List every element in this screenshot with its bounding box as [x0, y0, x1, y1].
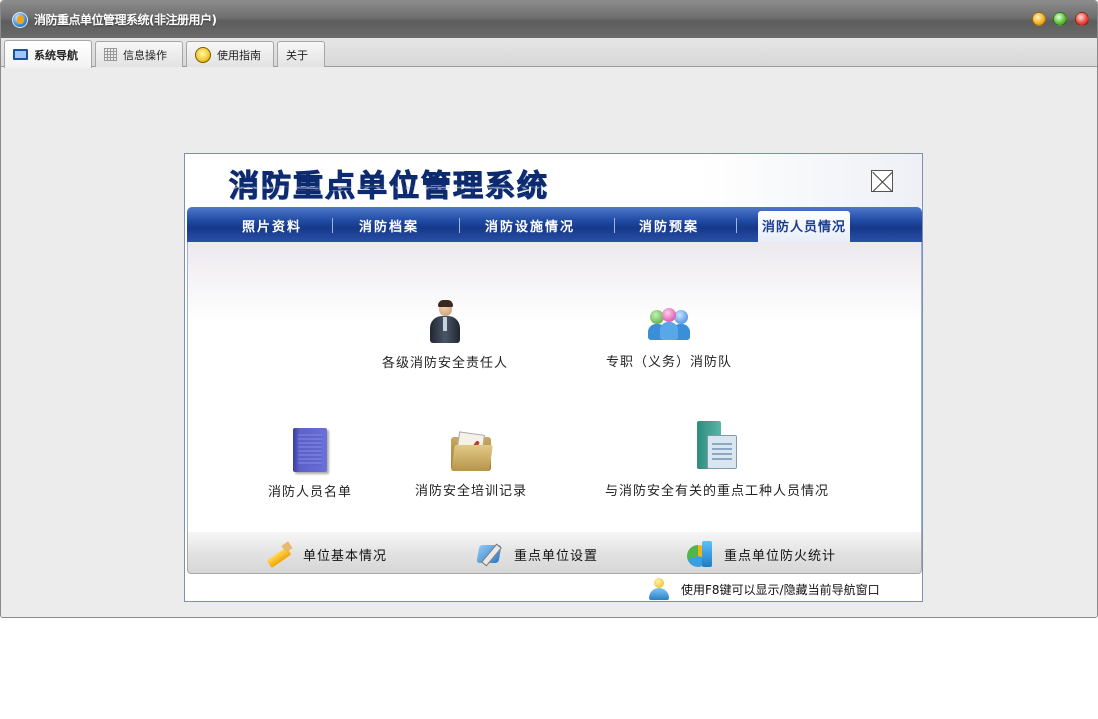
shortcut-key-unit-settings[interactable]: 重点单位设置: [476, 541, 598, 567]
tab-about[interactable]: 关于: [277, 41, 325, 67]
tab-strip: 系统导航 信息操作 使用指南 关于: [1, 38, 1097, 68]
item-label: 专职（义务）消防队: [606, 355, 733, 370]
close-panel-icon[interactable]: [871, 170, 893, 192]
folder-icon: [451, 431, 493, 471]
nav-fire-personnel[interactable]: 消防人员情况: [758, 211, 851, 242]
window-title: 消防重点单位管理系统(非注册用户): [34, 13, 217, 27]
group-icon: [648, 308, 690, 342]
bottom-shortcut-bar: 单位基本情况 重点单位设置 重点单位防火统计: [187, 532, 922, 574]
content-glow: [188, 242, 921, 322]
shortcut-unit-basic-info[interactable]: 单位基本情况: [265, 541, 387, 567]
nav-separator: [736, 218, 737, 233]
shortcut-label: 重点单位设置: [514, 548, 599, 564]
tab-label: 关于: [286, 48, 308, 62]
minimize-button[interactable]: [1032, 12, 1046, 26]
item-fire-brigade[interactable]: 专职（义务）消防队: [606, 308, 732, 370]
shortcut-label: 重点单位防火统计: [724, 548, 837, 564]
nav-content-area: 各级消防安全责任人 专职（义务）消防队 消防人员名单 消防安全培训记录 与消防安…: [187, 242, 922, 532]
pencil-icon: [265, 541, 293, 567]
person-icon: [430, 300, 460, 343]
system-logo: 消防重点单位管理系统: [229, 169, 549, 205]
close-button[interactable]: [1075, 12, 1089, 26]
shortcut-fire-statistics[interactable]: 重点单位防火统计: [686, 541, 836, 567]
logo-reflection: 消防重点单位管理系统: [229, 187, 549, 193]
document-icon: [697, 421, 737, 471]
nav-fire-archives[interactable]: 消防档案: [359, 216, 419, 235]
monitor-icon: [13, 49, 28, 60]
nav-photo-data[interactable]: 照片资料: [242, 216, 302, 235]
navigation-panel: 消防重点单位管理系统 消防重点单位管理系统 照片资料 消防档案 消防设施情况 消…: [184, 153, 923, 602]
item-label: 与消防安全有关的重点工种人员情况: [605, 484, 830, 499]
title-bar[interactable]: 消防重点单位管理系统(非注册用户): [1, 1, 1097, 38]
maximize-button[interactable]: [1053, 12, 1067, 26]
tools-icon: [476, 541, 504, 567]
tab-label: 系统导航: [34, 48, 78, 62]
grid-icon: [104, 48, 117, 61]
book-icon: [293, 428, 327, 472]
item-personnel-list[interactable]: 消防人员名单: [268, 428, 352, 500]
tab-label: 信息操作: [123, 48, 167, 62]
chart-icon: [686, 541, 714, 567]
app-logo-icon: [12, 12, 28, 28]
nav-separator: [614, 218, 615, 233]
item-label: 消防安全培训记录: [415, 484, 528, 499]
guide-icon: [195, 46, 211, 63]
user-icon: [647, 578, 671, 600]
item-label: 各级消防安全责任人: [382, 356, 509, 371]
tab-system-navigation[interactable]: 系统导航: [4, 40, 92, 68]
nav-fire-plans[interactable]: 消防预案: [639, 216, 699, 235]
item-safety-responsible-persons[interactable]: 各级消防安全责任人: [382, 300, 509, 371]
nav-separator: [332, 218, 333, 233]
item-key-job-personnel[interactable]: 与消防安全有关的重点工种人员情况: [605, 421, 829, 499]
tab-info-operations[interactable]: 信息操作: [95, 41, 183, 67]
tab-label: 使用指南: [217, 48, 261, 62]
f8-hint: 使用F8键可以显示/隐藏当前导航窗口: [647, 578, 880, 600]
tab-user-guide[interactable]: 使用指南: [186, 41, 274, 67]
shortcut-label: 单位基本情况: [303, 548, 388, 564]
nav-fire-facilities[interactable]: 消防设施情况: [485, 216, 575, 235]
item-label: 消防人员名单: [268, 485, 353, 500]
category-nav-bar: 照片资料 消防档案 消防设施情况 消防预案 消防人员情况: [187, 207, 922, 242]
logo-area: 消防重点单位管理系统 消防重点单位管理系统: [185, 154, 922, 207]
hint-text: 使用F8键可以显示/隐藏当前导航窗口: [681, 582, 880, 597]
nav-separator: [459, 218, 460, 233]
item-training-records[interactable]: 消防安全培训记录: [415, 431, 528, 499]
